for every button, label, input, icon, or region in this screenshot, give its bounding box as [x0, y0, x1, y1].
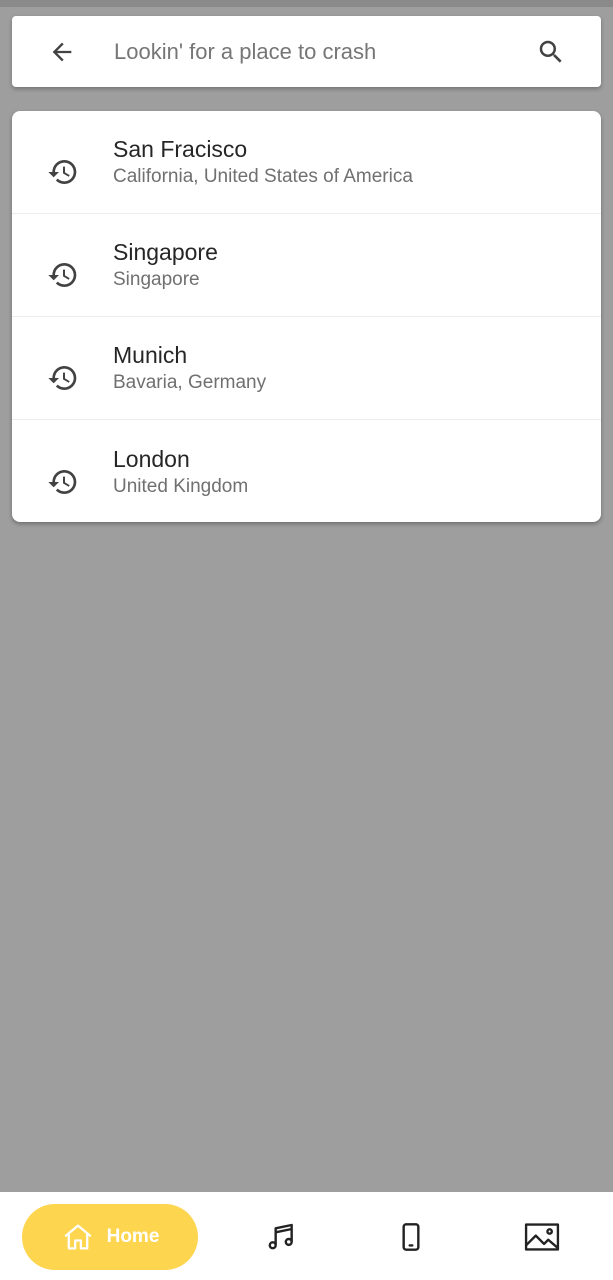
search-icon: [539, 40, 562, 63]
history-item[interactable]: Singapore Singapore: [12, 214, 601, 317]
history-item-title: London: [113, 445, 190, 472]
phone-icon: [402, 1223, 420, 1251]
history-item-title: San Fracisco: [113, 136, 248, 162]
history-icon: [47, 366, 76, 390]
history-item-subtitle: United Kingdom: [113, 475, 249, 497]
bottom-navigation: Home: [0, 1192, 613, 1280]
search-input[interactable]: [110, 16, 509, 87]
history-item-subtitle: California, United States of America: [113, 166, 413, 187]
search-history-list: San Fracisco California, United States o…: [12, 111, 601, 522]
search-button[interactable]: [509, 16, 601, 87]
history-item[interactable]: London United Kingdom: [12, 420, 601, 522]
status-bar-strip: [0, 0, 613, 7]
search-bar: [12, 16, 601, 87]
nav-music-button[interactable]: [251, 1204, 311, 1270]
history-item-subtitle: Bavaria, Germany: [113, 372, 267, 393]
history-item-title: Singapore: [113, 239, 218, 265]
history-item-title: Munich: [113, 342, 188, 368]
home-icon: [64, 1224, 92, 1250]
music-icon: [268, 1223, 293, 1250]
history-icon: [47, 263, 76, 287]
history-item[interactable]: Munich Bavaria, Germany: [12, 317, 601, 420]
history-item-subtitle: Singapore: [113, 269, 200, 290]
back-button[interactable]: [12, 16, 110, 87]
nav-home-label: Home: [106, 1226, 160, 1247]
history-icon: [47, 469, 76, 494]
history-icon: [47, 160, 76, 185]
history-item[interactable]: San Fracisco California, United States o…: [12, 111, 601, 214]
image-icon: [524, 1223, 560, 1251]
nav-gallery-button[interactable]: [512, 1204, 572, 1270]
nav-home-button[interactable]: Home: [22, 1204, 198, 1270]
arrow-left-icon: [52, 42, 72, 61]
nav-phone-button[interactable]: [381, 1204, 441, 1270]
